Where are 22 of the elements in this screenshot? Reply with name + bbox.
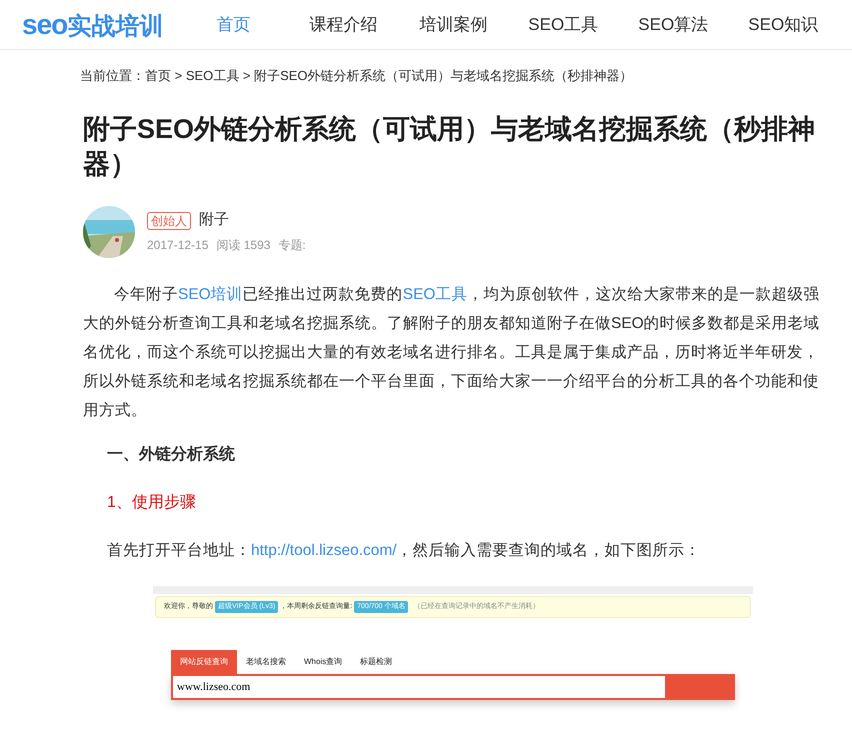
section-heading: 一、外链分析系统	[107, 446, 235, 463]
publish-date: 2017-12-15	[147, 236, 208, 254]
author-name[interactable]: 附子	[199, 209, 229, 232]
query-button[interactable]	[665, 676, 733, 698]
topic-label: 专题:	[278, 236, 306, 254]
step-heading: 1、使用步骤	[107, 494, 196, 511]
query-tab[interactable]: 标题检测	[351, 650, 402, 674]
query-tab[interactable]: 网站反链查询	[171, 650, 237, 674]
query-tab[interactable]: Whois查询	[295, 650, 352, 674]
nav-link[interactable]: 培训案例	[398, 12, 508, 38]
domain-input[interactable]: www.lizseo.com	[171, 674, 735, 700]
nav-link[interactable]: SEO工具	[508, 12, 618, 38]
founder-badge: 创始人	[147, 212, 191, 230]
article-title: 附子SEO外链分析系统（可试用）与老域名挖掘系统（秒排神器）	[83, 112, 816, 181]
intro-paragraph: 今年附子SEO培训 已经推出过两款免费的SEO工具，均为原创软件，这次给大家带来的是一款超级强大的外链分析查询工具和老域名挖掘系统。了解附子的朋友都知道附子在做SEO的时候多数都是采用老域名优化，而这个系统可以挖掘出大量的有效老域名进行排名。工具是属于集成产品，历时将近半年研发，所以外链系统和老域名挖掘系统都在一个平台里面，下面给大家一一介绍平台的分析工具的各个功能和使用方式。	[83, 284, 821, 421]
breadcrumb: 当前位置：首页 > SEO工具 > 附子SEO外链分析系统（可试用）与老域名挖掘系统（秒排神器）	[80, 68, 633, 83]
query-tab[interactable]: 老域名搜索	[237, 650, 295, 674]
nav-link[interactable]: 课程介绍	[288, 12, 398, 38]
step-text: 首先打开平台地址：http://tool.lizseo.com/，然后输入需要查询的域名，如下图所示：	[107, 542, 701, 559]
read-count: 阅读 1593	[216, 236, 270, 254]
nav-link[interactable]: SEO算法	[618, 12, 728, 38]
nav-link[interactable]: SEO知识	[728, 12, 838, 38]
